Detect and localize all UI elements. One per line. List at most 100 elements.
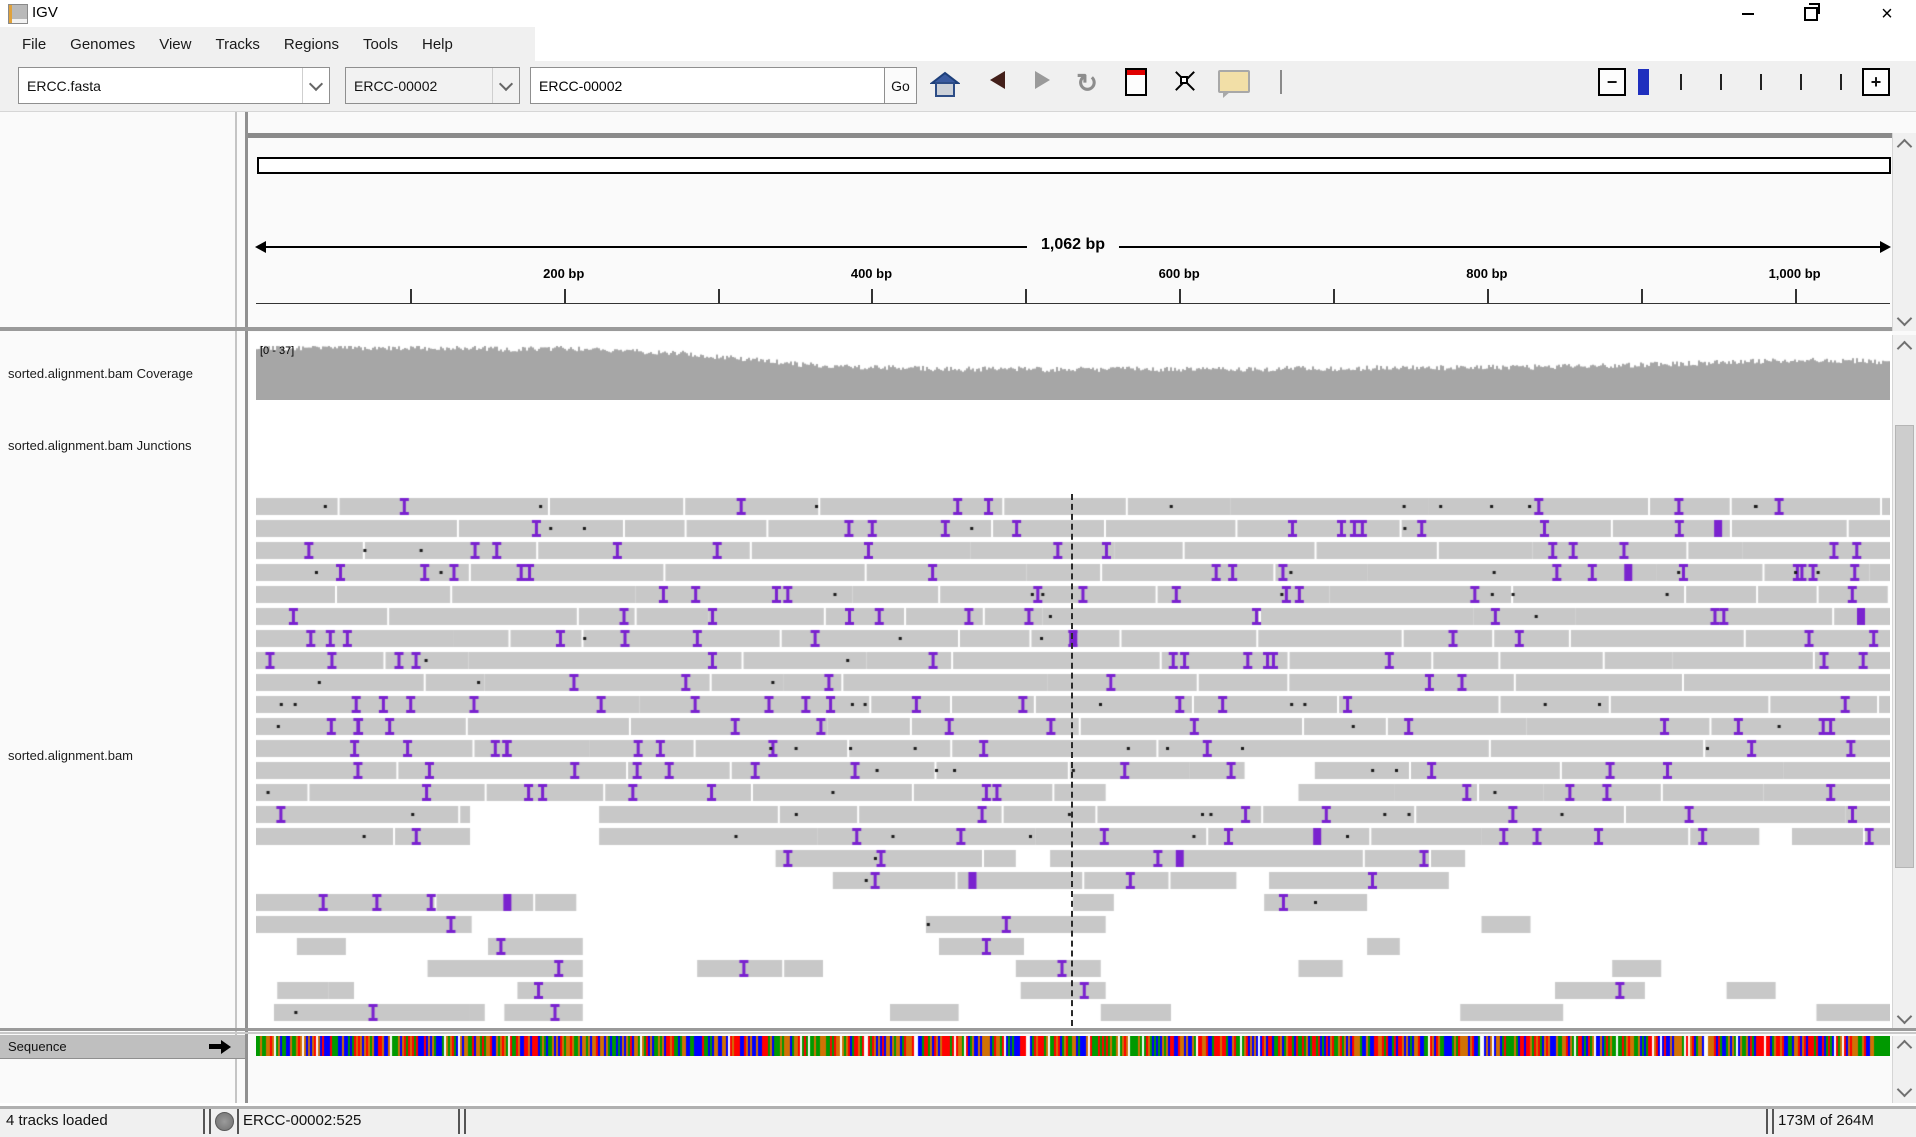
status-indicator-icon [215,1112,234,1131]
chevron-down-icon [302,68,329,103]
sequence-track[interactable] [256,1036,1890,1056]
status-divider [464,1109,466,1134]
home-button[interactable] [928,68,962,102]
toolbar-separator [1280,70,1282,94]
zoom-slider-tick [1720,74,1722,90]
status-divider [458,1109,460,1134]
scroll-up-icon[interactable] [1897,1040,1913,1056]
ruler-tick [410,289,412,303]
minimize-icon [1742,13,1754,15]
menu-item-tools[interactable]: Tools [351,36,410,53]
fit-to-window-icon [1173,69,1197,93]
coverage-track[interactable] [256,344,1890,400]
ruler-tick-label: 800 bp [1466,266,1507,281]
ruler-tick-label: 600 bp [1159,266,1200,281]
restore-button[interactable] [1788,0,1834,27]
center-position-line [1071,494,1073,1026]
menu-item-view[interactable]: View [147,36,203,53]
window-title: IGV [32,4,58,21]
coverage-range-label: [0 - 37] [260,345,294,357]
scroll-down-icon[interactable] [1897,1009,1913,1025]
fit-to-window-button[interactable] [1172,68,1198,94]
alignment-track-label[interactable]: sorted.alignment.bam [8,748,133,763]
scroll-up-icon[interactable] [1897,341,1913,357]
define-region-icon [1125,68,1147,96]
ruler-tick-label: 400 bp [851,266,892,281]
close-icon: × [1881,4,1893,24]
status-divider [1772,1109,1774,1134]
popup-text-icon [1218,70,1250,93]
coverage-track-label[interactable]: sorted.alignment.bam Coverage [8,366,193,381]
strand-arrow-icon[interactable] [209,1040,231,1054]
scrollbar-thumb[interactable] [1895,425,1914,868]
igv-logo-icon [8,4,28,24]
chromosome-select[interactable]: ERCC-00002 [345,67,520,104]
define-region-button[interactable] [1124,68,1148,96]
tracks-scrollbar[interactable] [1892,335,1916,1028]
memory-usage-status: 173M of 264M [1778,1112,1874,1129]
zoom-slider-tick [1680,74,1682,90]
ruler-tick-label: 1,000 bp [1769,266,1821,281]
ruler-tick [718,289,720,303]
horizontal-divider[interactable] [0,327,1916,331]
locus-overview-box[interactable] [257,157,1891,174]
status-divider [209,1109,211,1134]
zoom-slider-tick [1840,74,1842,90]
scroll-down-icon[interactable] [1897,1082,1913,1098]
title-bar: IGV × [0,0,1916,27]
tracks-loaded-status: 4 tracks loaded [6,1112,108,1129]
menu-item-file[interactable]: File [10,36,58,53]
chevron-down-icon [492,68,519,103]
ruler-tick [1641,289,1643,303]
ruler-tick [564,289,566,303]
forward-button[interactable] [1030,68,1054,92]
junctions-track-label[interactable]: sorted.alignment.bam Junctions [8,438,192,453]
ruler-baseline [256,303,1890,304]
status-divider [237,1109,239,1134]
base-position-ruler[interactable]: 200 bp400 bp600 bp800 bp1,000 bp [256,266,1890,304]
menu-item-regions[interactable]: Regions [272,36,351,53]
span-right-arrow-icon [1880,241,1891,253]
restore-icon [1804,7,1818,21]
zoom-slider-tick [1800,74,1802,90]
menu-item-genomes[interactable]: Genomes [58,36,147,53]
sequence-panel-scrollbar[interactable] [1892,1036,1916,1103]
region-span-label: 1,062 bp [1027,236,1119,254]
span-left-arrow-icon [255,241,266,253]
top-panel-scrollbar[interactable] [1892,133,1916,331]
back-arrow-icon [990,71,1005,89]
zoom-slider-thumb[interactable] [1638,69,1649,95]
horizontal-divider[interactable] [0,1028,1916,1031]
ruler-tick [1179,289,1181,303]
scroll-up-icon[interactable] [1897,139,1913,155]
go-button[interactable]: Go [884,67,917,104]
back-button[interactable] [985,68,1009,92]
ruler-tick [1025,289,1027,303]
menu-item-tracks[interactable]: Tracks [203,36,271,53]
refresh-icon: ↻ [1076,70,1098,96]
ruler-tick [871,289,873,303]
close-button[interactable]: × [1864,0,1910,27]
status-divider [1766,1109,1768,1134]
alignment-track[interactable] [256,492,1890,1028]
sequence-track-label-box[interactable]: Sequence [0,1035,245,1059]
ruler-tick [1795,289,1797,303]
home-icon [930,71,960,99]
cursor-locus-status: ERCC-00002:525 [243,1112,361,1129]
refresh-button[interactable]: ↻ [1072,68,1102,98]
menu-item-help[interactable]: Help [410,36,465,53]
zoom-slider-tick [1760,74,1762,90]
locus-input[interactable] [530,67,885,104]
minimize-button[interactable] [1725,0,1771,27]
panel-divider [235,112,237,1103]
status-divider [203,1109,205,1134]
genome-select[interactable]: ERCC.fasta [18,67,330,104]
forward-arrow-icon [1035,71,1050,89]
zoom-out-button[interactable]: − [1598,68,1626,96]
zoom-in-button[interactable]: + [1862,68,1890,96]
ruler-tick [1333,289,1335,303]
panel-divider[interactable] [245,112,248,1103]
scroll-down-icon[interactable] [1897,311,1913,327]
ruler-tick [1487,289,1489,303]
popup-text-button[interactable] [1218,68,1250,94]
